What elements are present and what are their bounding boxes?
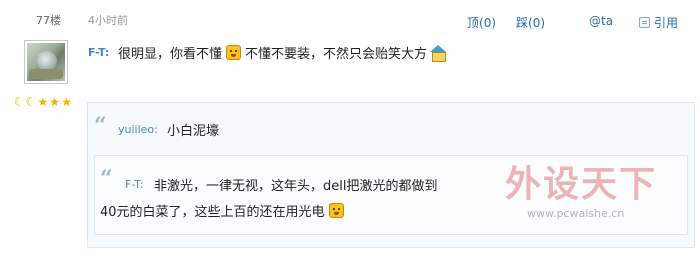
vote-up-button[interactable]: 顶(0) [467, 14, 496, 31]
quote-mark-icon: “ [94, 113, 107, 139]
quote-icon [639, 17, 650, 28]
reply-ta-button[interactable]: @ta [589, 14, 613, 28]
emoticon-icon [226, 45, 242, 60]
vote-down-label: 踩 [516, 16, 529, 30]
quote-button[interactable]: 引用 [639, 14, 678, 31]
floor-number: 77楼 [36, 14, 61, 27]
quote-text: 小白泥壕 [167, 124, 220, 139]
star-icon: ★ [61, 95, 72, 109]
moon-icon: ☾ [25, 95, 37, 109]
post-time: 4小时前 [88, 14, 128, 27]
nested-quote-text-line1: 非激光，一律无视，这年头，dell把激光的都做到 [154, 179, 438, 194]
post-author[interactable]: F-T: [88, 46, 109, 59]
star-icon: ★ [49, 95, 61, 109]
post-text-part2: 不懂不要装，不然只会贻笑大方 [245, 47, 428, 62]
quote-block: “ yuiileo: 小白泥壕 “ F-T: 非激光，一律无视，这年头，dell… [87, 102, 695, 248]
post-text-part1: 很明显，你看不懂 [118, 47, 223, 62]
vote-down-button[interactable]: 踩(0) [516, 14, 545, 31]
star-icon: ★ [37, 95, 49, 109]
vote-up-label: 顶 [467, 16, 480, 30]
quote-mark-icon: “ [100, 166, 113, 192]
avatar[interactable] [24, 40, 68, 84]
moon-icon: ☾ [14, 95, 25, 109]
avatar-image [27, 43, 65, 81]
nested-quote-text-line2: 40元的白菜了，这些上百的还在用光电 [100, 205, 325, 220]
house-emoticon-icon [430, 45, 447, 62]
emoticon-icon [328, 203, 344, 218]
vote-down-count: (0) [528, 16, 546, 30]
vote-up-count: (0) [479, 16, 497, 30]
nested-quote-author[interactable]: F-T: [125, 178, 144, 191]
nested-quote-block: “ F-T: 非激光，一律无视，这年头，dell把激光的都做到 40元的白菜了，… [94, 155, 688, 235]
post-content: 很明显，你看不懂 不懂不要装，不然只会贻笑大方 [118, 43, 449, 62]
user-rank: ☾ ☾ ★ ★ ★ [14, 96, 72, 108]
nested-quote-line2: 40元的白菜了，这些上百的还在用光电 [100, 201, 348, 220]
quote-label: 引用 [654, 16, 679, 30]
quote-author[interactable]: yuiileo: [118, 123, 158, 136]
